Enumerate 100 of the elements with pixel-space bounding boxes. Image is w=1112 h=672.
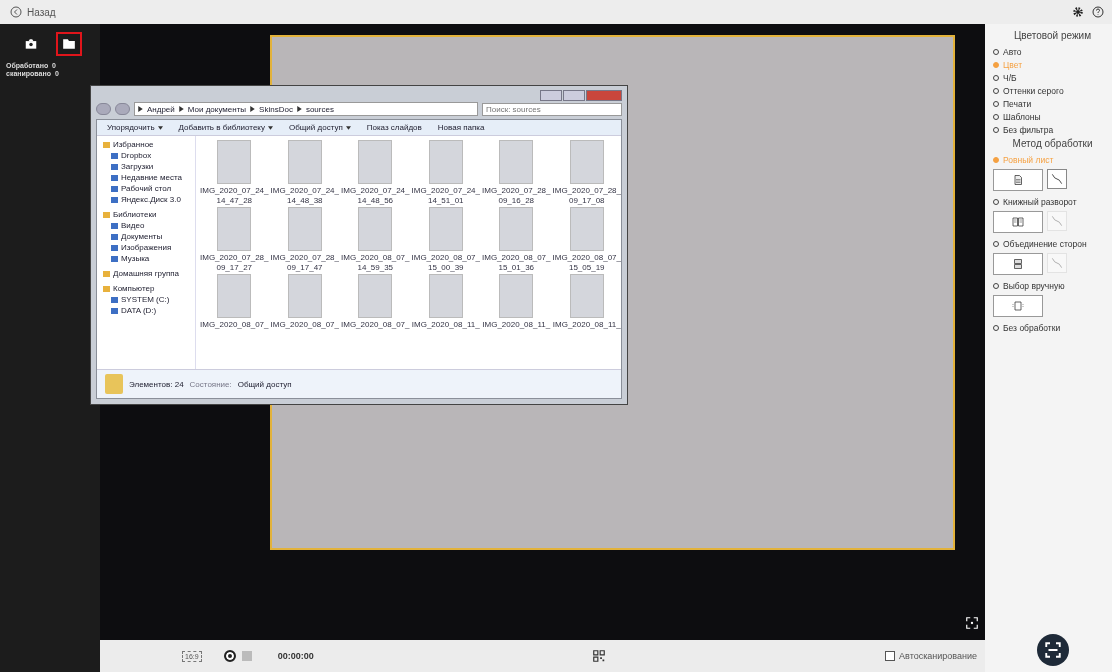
curve-icon (1050, 256, 1064, 270)
minimize-button[interactable] (540, 90, 562, 101)
radio-option[interactable]: Без фильтра (993, 124, 1112, 135)
file-name[interactable]: IMG_2020_08_07_ 15_05_19 (552, 253, 621, 273)
file-name[interactable]: IMG_2020_08_07_ (341, 320, 410, 330)
breadcrumb[interactable]: Андрей (147, 104, 175, 114)
merge-pages-icon (1012, 258, 1024, 270)
camera-icon (24, 37, 38, 51)
file-name[interactable]: IMG_2020_08_11_ (411, 320, 480, 330)
thumbnail-image[interactable] (287, 207, 322, 252)
curve-icon (1050, 172, 1064, 186)
file-name[interactable]: IMG_2020_07_24_ 14_47_28 (200, 186, 269, 206)
toolbar-button[interactable]: Показ слайдов (366, 123, 422, 132)
expand-icon (965, 616, 979, 630)
address-bar[interactable]: Андрей Мои документы SkinsDoc sources (134, 102, 478, 116)
file-name[interactable]: IMG_2020_08_07_ (200, 320, 269, 330)
file-name[interactable]: IMG_2020_08_11_ (552, 320, 621, 330)
file-name[interactable]: IMG_2020_08_11_ (482, 320, 551, 330)
toolbar-button[interactable]: Упорядочить (107, 123, 163, 132)
thumbnail-image[interactable] (217, 207, 252, 252)
file-name[interactable]: IMG_2020_07_24_ 14_48_38 (270, 186, 339, 206)
thumbnail-image[interactable] (499, 140, 534, 184)
file-name[interactable]: IMG_2020_08_07_ (270, 320, 339, 330)
nav-item[interactable]: Видео (103, 221, 195, 230)
method-button[interactable] (993, 295, 1043, 317)
chevron-right-icon (178, 106, 184, 112)
section-title: Цветовой режим (1012, 30, 1093, 41)
nav-item[interactable]: Изображения (103, 243, 195, 252)
nav-item[interactable]: Недавние места (103, 173, 195, 182)
scan-button[interactable] (1036, 634, 1069, 666)
nav-item[interactable]: Загрузки (103, 162, 195, 171)
caret-icon (267, 125, 273, 130)
forward-nav-button[interactable] (115, 103, 130, 115)
folder-button[interactable] (56, 32, 82, 56)
nav-item[interactable]: Документы (103, 232, 195, 241)
thumbnail-image[interactable] (499, 274, 534, 319)
nav-item[interactable]: Рабочий стол (103, 184, 195, 193)
breadcrumb[interactable]: Мои документы (187, 104, 247, 114)
radio-option[interactable]: Книжный разворот (993, 196, 1112, 207)
radio-option[interactable]: Авто (993, 46, 1112, 57)
nav-item[interactable]: DATA (D:) (103, 306, 195, 315)
file-name[interactable]: IMG_2020_07_24_ 14_51_01 (411, 186, 480, 206)
nav-item[interactable]: Компьютер (103, 284, 195, 293)
file-name[interactable]: IMG_2020_08_07_ 15_00_39 (411, 253, 480, 273)
file-name[interactable]: IMG_2020_07_28_ 09_17_08 (552, 186, 621, 206)
thumbnail-image[interactable] (428, 140, 463, 184)
thumbnail-image[interactable] (287, 140, 322, 184)
thumbnail-image[interactable] (428, 274, 463, 319)
back-button[interactable]: Назад (8, 4, 58, 20)
toolbar-button[interactable]: Новая папка (437, 123, 485, 132)
radio-option[interactable]: Выбор вручную (993, 280, 1112, 291)
help-icon (1092, 6, 1104, 18)
method-button[interactable] (993, 253, 1043, 275)
scan-icon (1043, 641, 1062, 659)
method-button[interactable] (993, 169, 1043, 191)
radio-option[interactable]: Шаблоны (993, 111, 1112, 122)
file-name[interactable]: IMG_2020_07_24_ 14_48_56 (341, 186, 410, 206)
nav-item[interactable]: Домашняя группа (103, 269, 195, 278)
thumbnail-image[interactable] (217, 274, 252, 319)
radio-option[interactable]: Оттенки серого (993, 85, 1112, 96)
thumbnail-image[interactable] (428, 207, 463, 252)
thumbnail-image[interactable] (217, 140, 252, 184)
state-label: Состояние: (189, 379, 232, 389)
nav-item[interactable]: Библиотеки (103, 210, 195, 219)
toolbar-button[interactable]: Общий доступ (288, 123, 351, 132)
thumbnail-image[interactable] (569, 274, 604, 319)
nav-item[interactable]: Музыка (103, 254, 195, 263)
nav-item[interactable]: Яндекс.Диск 3.0 (103, 195, 195, 204)
radio-option[interactable]: Печати (993, 98, 1112, 109)
thumbnail-image[interactable] (569, 140, 604, 184)
nav-item[interactable]: SYSTEM (C:) (103, 295, 195, 304)
item-count: Элементов: 24 (129, 379, 184, 389)
radio-option[interactable]: Объединение сторон (993, 238, 1112, 249)
file-name[interactable]: IMG_2020_08_07_ 14_59_35 (341, 253, 410, 273)
stop-button[interactable] (241, 651, 252, 661)
search-field[interactable]: Поиск: sources (482, 102, 622, 116)
method-button[interactable] (993, 211, 1043, 233)
maximize-button[interactable] (563, 90, 585, 101)
nav-item[interactable]: Избранное (103, 140, 195, 149)
folder-icon (105, 374, 123, 394)
radio-option[interactable]: Без обработки (993, 322, 1112, 333)
adjust-button[interactable] (1047, 169, 1067, 189)
radio-option[interactable]: Ч/Б (993, 72, 1112, 83)
file-name[interactable]: IMG_2020_07_28_ 09_17_47 (270, 253, 339, 273)
file-name[interactable]: IMG_2020_08_07_ 15_01_36 (482, 253, 551, 273)
nav-item[interactable]: Dropbox (103, 151, 195, 160)
record-button[interactable] (223, 650, 236, 662)
breadcrumb[interactable]: SkinsDoc (259, 104, 293, 114)
thumbnail-image[interactable] (358, 140, 393, 184)
file-name[interactable]: IMG_2020_07_28_ 09_17_27 (200, 253, 269, 273)
thumbnail-image[interactable] (287, 274, 322, 319)
thumbnail-image[interactable] (358, 274, 393, 319)
autoscan-checkbox[interactable]: Автосканирование (885, 651, 977, 661)
back-nav-button[interactable] (96, 103, 111, 115)
thumbnail-image[interactable] (358, 207, 393, 252)
breadcrumb[interactable]: sources (305, 104, 334, 114)
file-name[interactable]: IMG_2020_07_28_ 09_16_28 (482, 186, 551, 206)
toolbar-button[interactable]: Добавить в библиотеку (178, 123, 273, 132)
thumbnail-image[interactable] (569, 207, 604, 252)
thumbnail-image[interactable] (499, 207, 534, 252)
